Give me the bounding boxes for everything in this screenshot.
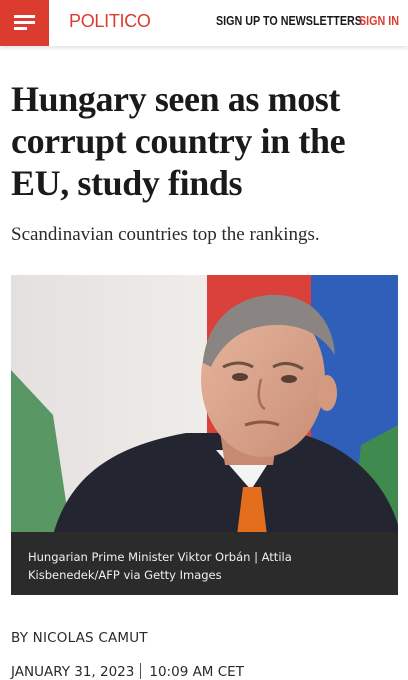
article-photo[interactable] — [11, 275, 398, 595]
top-navigation-bar: POLITICO SIGN UP TO NEWSLETTERS SIGN IN — [0, 0, 408, 46]
article-dek: Scandinavian countries top the rankings. — [11, 224, 320, 245]
caption-line: Kisbenedek/AFP via Getty Images — [28, 568, 222, 582]
headline-line: EU, study finds — [11, 163, 243, 203]
article-headline: Hungary seen as most corrupt country in … — [11, 78, 401, 204]
headline-line: corrupt country in the — [11, 121, 346, 161]
publish-dateline: JANUARY 31, 2023 10:09 AM CET — [11, 663, 244, 680]
hamburger-menu-icon[interactable] — [0, 0, 49, 46]
date-separator — [140, 663, 142, 679]
newsletter-signup-link[interactable]: SIGN UP TO NEWSLETTERS — [216, 14, 362, 28]
photo-caption: Hungarian Prime Minister Viktor Orbán | … — [28, 548, 368, 584]
sign-in-link[interactable]: SIGN IN — [359, 14, 399, 28]
caption-line: Hungarian Prime Minister Viktor Orbán | … — [28, 550, 292, 564]
politico-logo[interactable]: POLITICO — [69, 11, 151, 32]
publish-time: 10:09 AM CET — [149, 664, 244, 680]
byline[interactable]: BY NICOLAS CAMUT — [11, 630, 148, 646]
headline-line: Hungary seen as most — [11, 79, 341, 119]
publish-date: JANUARY 31, 2023 — [11, 664, 135, 680]
